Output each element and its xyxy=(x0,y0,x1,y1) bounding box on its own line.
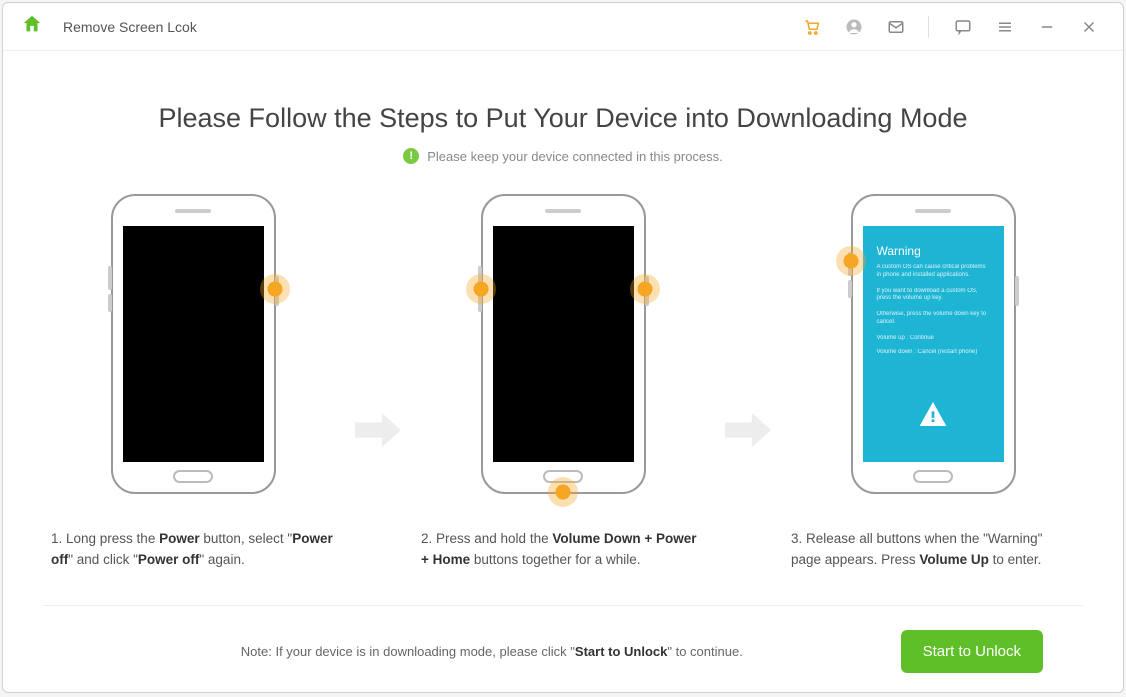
highlight-power xyxy=(260,274,290,304)
phone-illustration-2 xyxy=(468,194,658,504)
content-area: Please Follow the Steps to Put Your Devi… xyxy=(3,51,1123,692)
home-icon[interactable] xyxy=(21,13,43,40)
warning-opt1: Volume up : Continue xyxy=(877,335,990,341)
titlebar-divider xyxy=(928,16,929,38)
main-heading: Please Follow the Steps to Put Your Devi… xyxy=(43,103,1083,134)
arrow-icon xyxy=(725,412,771,453)
highlight-vol-down xyxy=(466,274,496,304)
menu-icon[interactable] xyxy=(989,11,1021,43)
steps-row: 1. Long press the Power button, select "… xyxy=(43,194,1083,571)
warning-line1: A custom OS can cause critical problems … xyxy=(877,264,990,280)
cart-icon[interactable] xyxy=(796,11,828,43)
warning-title: Warning xyxy=(877,244,990,258)
step-1: 1. Long press the Power button, select "… xyxy=(43,194,343,571)
page-title: Remove Screen Lcok xyxy=(63,19,197,35)
highlight-home xyxy=(548,477,578,507)
highlight-vol-up xyxy=(836,246,866,276)
warning-line2: If you want to download a custom OS, pre… xyxy=(877,288,990,304)
warning-opt2: Volume down : Cancel (restart phone) xyxy=(877,349,990,355)
footer: Note: If your device is in downloading m… xyxy=(43,606,1083,673)
warning-triangle-icon xyxy=(917,398,949,432)
user-icon[interactable] xyxy=(838,11,870,43)
warning-line3: Otherwise, press the volume down key to … xyxy=(877,311,990,327)
phone-illustration-3: Warning A custom OS can cause critical p… xyxy=(838,194,1028,504)
highlight-power-2 xyxy=(630,274,660,304)
close-icon[interactable] xyxy=(1073,11,1105,43)
titlebar: Remove Screen Lcok xyxy=(3,3,1123,51)
footer-note: Note: If your device is in downloading m… xyxy=(83,644,901,659)
sub-heading-row: ! Please keep your device connected in t… xyxy=(43,148,1083,164)
step-2: 2. Press and hold the Volume Down + Powe… xyxy=(413,194,713,571)
feedback-icon[interactable] xyxy=(947,11,979,43)
step-1-text: 1. Long press the Power button, select "… xyxy=(43,529,343,571)
sub-heading: Please keep your device connected in thi… xyxy=(427,149,723,164)
mail-icon[interactable] xyxy=(880,11,912,43)
phone-illustration-1 xyxy=(98,194,288,504)
info-icon: ! xyxy=(403,148,419,164)
step-2-text: 2. Press and hold the Volume Down + Powe… xyxy=(413,529,713,571)
step-3: Warning A custom OS can cause critical p… xyxy=(783,194,1083,571)
start-unlock-button[interactable]: Start to Unlock xyxy=(901,630,1043,673)
app-window: Remove Screen Lcok Please Follow the Ste… xyxy=(2,2,1124,693)
minimize-icon[interactable] xyxy=(1031,11,1063,43)
arrow-icon xyxy=(355,412,401,453)
step-3-text: 3. Release all buttons when the "Warning… xyxy=(783,529,1083,571)
